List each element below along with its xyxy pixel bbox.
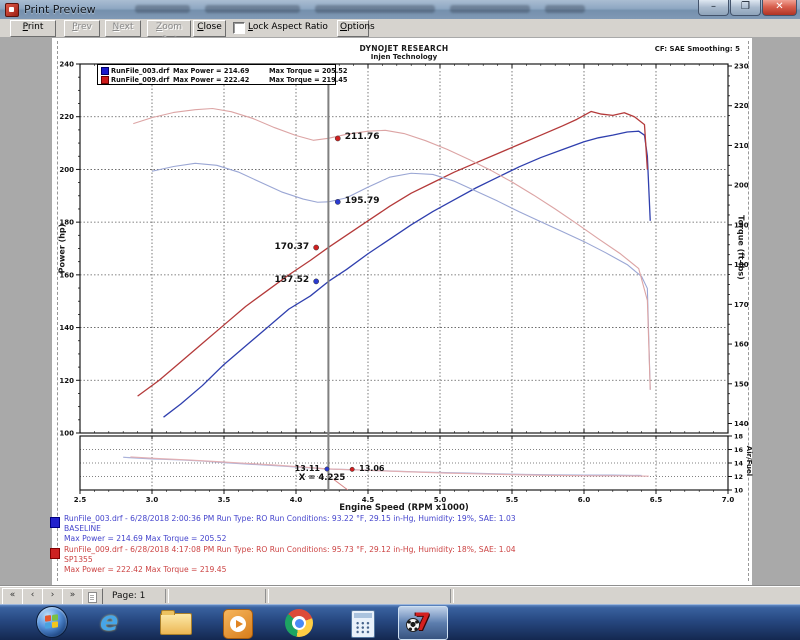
- rpm-axis-label: Engine Speed (RPM x1000): [304, 503, 504, 513]
- statusbar: « ‹ › » Page: 1: [0, 586, 800, 605]
- print-margin-line: [57, 41, 58, 581]
- report-company: DYNOJET RESEARCH: [304, 44, 504, 53]
- internet-explorer-icon[interactable]: e: [100, 609, 130, 637]
- torque-axis-label: Torque (ft-lbs): [737, 188, 746, 308]
- media-player-icon[interactable]: [222, 609, 252, 637]
- ghost-text: [135, 5, 190, 13]
- next-page-button[interactable]: ›: [42, 588, 63, 605]
- page-icon: [88, 592, 97, 603]
- ghost-text: [205, 5, 300, 13]
- play-icon: [223, 609, 253, 639]
- legend-swatch-blue: [101, 67, 109, 75]
- legend-row: RunFile_003.drf Max Power = 214.69 Max T…: [100, 66, 335, 75]
- page-indicator: Page: 1: [112, 591, 145, 601]
- run1-info: RunFile_003.drf - 6/28/2018 2:00:36 PM R…: [64, 514, 516, 544]
- close-window-button[interactable]: ✕: [762, 0, 797, 16]
- run1-title: BASELINE: [64, 524, 516, 534]
- report-customer: Injen Technology: [304, 53, 504, 61]
- report-corner-note: CF: SAE Smoothing: 5: [600, 45, 740, 53]
- cursor-x-label: X = 4.225: [282, 473, 362, 483]
- window-title: Print Preview: [24, 3, 96, 16]
- data-point-label: 195.79: [345, 196, 380, 206]
- legend-swatch-red: [101, 76, 109, 84]
- run2-maxvalues: Max Power = 222.42 Max Torque = 219.45: [64, 565, 516, 575]
- toolbar: Print Prev Next Zoom Out Close Lock Aspe…: [0, 19, 800, 38]
- next-button: Next: [105, 20, 141, 37]
- winpep-active-app-button[interactable]: 7: [398, 606, 448, 640]
- print-button[interactable]: Print: [10, 20, 56, 37]
- close-preview-button[interactable]: Close: [193, 20, 226, 37]
- prev-page-button[interactable]: ‹: [22, 588, 43, 605]
- power-axis-label: Power (hp): [58, 189, 67, 309]
- legend-file: RunFile_009.drf: [111, 76, 173, 84]
- restore-button[interactable]: ❐: [730, 0, 761, 16]
- run2-info: RunFile_009.drf - 6/28/2018 4:17:08 PM R…: [64, 545, 516, 575]
- run1-conditions: RunFile_003.drf - 6/28/2018 2:00:36 PM R…: [64, 514, 516, 524]
- ghost-text: [450, 5, 530, 13]
- run2-title: SP1355: [64, 555, 516, 565]
- data-point-label: 13.11: [295, 464, 320, 473]
- data-point-label: 170.37: [274, 242, 309, 252]
- chart-legend: RunFile_003.drf Max Power = 214.69 Max T…: [97, 64, 336, 85]
- minimize-button[interactable]: –: [698, 0, 729, 16]
- legend-max-torque: Max Torque = 205.52: [269, 67, 347, 75]
- afr-axis-label: Air/Fuel: [745, 401, 753, 521]
- statusbar-divider: [450, 589, 454, 603]
- soccer-ball-icon: [406, 618, 420, 632]
- app-icon: [5, 3, 19, 17]
- run1-swatch: [50, 517, 60, 528]
- legend-max-power: Max Power = 222.42: [173, 76, 269, 84]
- legend-row: RunFile_009.drf Max Power = 222.42 Max T…: [100, 75, 335, 84]
- data-point-label: 211.76: [345, 132, 380, 142]
- lock-aspect-label: Lock Aspect Ratio: [248, 22, 328, 32]
- start-button[interactable]: [36, 606, 68, 638]
- file-explorer-icon[interactable]: [160, 609, 190, 637]
- lock-aspect-checkbox[interactable]: [233, 22, 245, 34]
- print-preview-window: Print Preview – ❐ ✕ Print Prev Next Zoom…: [0, 0, 800, 640]
- run1-maxvalues: Max Power = 214.69 Max Torque = 205.52: [64, 534, 516, 544]
- zoom-out-button: Zoom Out: [147, 20, 191, 37]
- run2-swatch: [50, 548, 60, 559]
- folder-icon: [160, 613, 192, 635]
- legend-file: RunFile_003.drf: [111, 67, 173, 75]
- run2-conditions: RunFile_009.drf - 6/28/2018 4:17:08 PM R…: [64, 545, 516, 555]
- ghost-text: [315, 5, 435, 13]
- ghost-text: [545, 5, 585, 13]
- last-page-button[interactable]: »: [62, 588, 83, 605]
- windows-flag-icon: [45, 614, 58, 628]
- statusbar-divider: [165, 589, 169, 603]
- legend-max-power: Max Power = 214.69: [173, 67, 269, 75]
- prev-button: Prev: [64, 20, 100, 37]
- first-page-button[interactable]: «: [2, 588, 23, 605]
- legend-max-torque: Max Torque = 219.45: [269, 76, 347, 84]
- data-point-label: 13.06: [359, 464, 384, 473]
- options-button[interactable]: Options: [337, 20, 369, 37]
- statusbar-divider: [265, 589, 269, 603]
- titlebar: Print Preview – ❐ ✕: [0, 0, 800, 20]
- data-point-label: 157.52: [274, 275, 309, 285]
- calculator-icon[interactable]: [348, 609, 378, 637]
- page-setup-button[interactable]: [82, 588, 103, 605]
- chrome-icon[interactable]: [284, 609, 314, 637]
